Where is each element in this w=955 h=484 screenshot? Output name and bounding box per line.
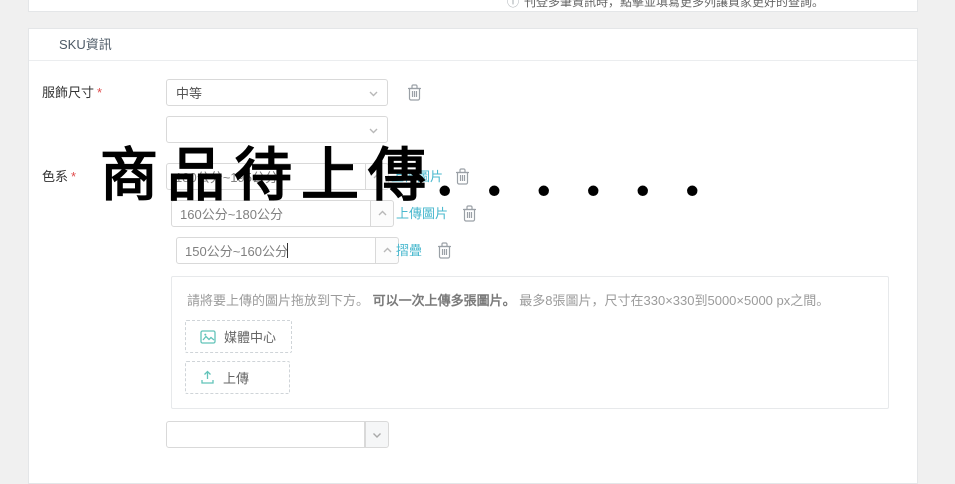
color-label: 色系 * (42, 169, 77, 184)
size-delete-trash-icon[interactable] (407, 84, 422, 101)
upload-hint: 請將要上傳的圖片拖放到下方。 可以一次上傳多張圖片。 最多8張圖片，尺寸在330… (187, 293, 830, 308)
size-select-value: 中等 (176, 86, 203, 101)
bottom-select-input[interactable] (166, 421, 365, 448)
upload-icon (200, 370, 215, 385)
collapse-row-button[interactable] (371, 200, 394, 227)
color-row-input[interactable] (176, 237, 376, 264)
info-icon: ⓘ (507, 0, 520, 9)
size-select-empty[interactable] (166, 116, 388, 143)
top-banner: ⓘ 刊登多筆資訊時，點擊並填寫更多列讓買家更好的查詢。 (28, 0, 918, 12)
media-center-label: 媒體中心 (224, 330, 277, 345)
banner-text: ⓘ 刊登多筆資訊時，點擊並填寫更多列讓買家更好的查詢。 (507, 0, 824, 10)
upload-image-link[interactable]: 上傳圖片 (391, 168, 443, 186)
upload-hint-bold: 可以一次上傳多張圖片。 (372, 293, 516, 308)
color-row-trash-icon[interactable] (462, 205, 477, 222)
bottom-select-chevron-down-icon[interactable] (365, 421, 389, 448)
media-center-button[interactable]: 媒體中心 (185, 320, 292, 353)
color-row-input[interactable] (166, 163, 366, 190)
banner-message: 刊登多筆資訊時，點擊並填寫更多列讓買家更好的查詢。 (524, 0, 825, 9)
picture-icon (200, 329, 216, 344)
upload-image-link[interactable]: 上傳圖片 (396, 205, 448, 223)
chevron-down-icon (368, 88, 379, 99)
color-row-input[interactable] (171, 200, 371, 227)
text-caret (287, 243, 288, 258)
collapse-row-button[interactable] (366, 163, 389, 190)
chevron-down-icon (368, 125, 379, 136)
collapse-link[interactable]: 摺疊 (396, 242, 422, 260)
upload-label: 上傳 (223, 371, 250, 386)
required-asterisk: * (71, 169, 77, 184)
image-upload-dropzone[interactable]: 請將要上傳的圖片拖放到下方。 可以一次上傳多張圖片。 最多8張圖片，尺寸在330… (171, 276, 889, 409)
size-label: 服飾尺寸 * (42, 85, 103, 100)
card-title: SKU資訊 (29, 29, 917, 61)
size-select[interactable]: 中等 (166, 79, 388, 106)
color-row-trash-icon[interactable] (437, 242, 452, 259)
color-row-trash-icon[interactable] (455, 168, 470, 185)
sku-card: SKU資訊 服飾尺寸* 中等 色系* 上傳圖片 上傳圖片 (28, 28, 918, 484)
required-asterisk: * (97, 85, 103, 100)
upload-button[interactable]: 上傳 (185, 361, 290, 394)
